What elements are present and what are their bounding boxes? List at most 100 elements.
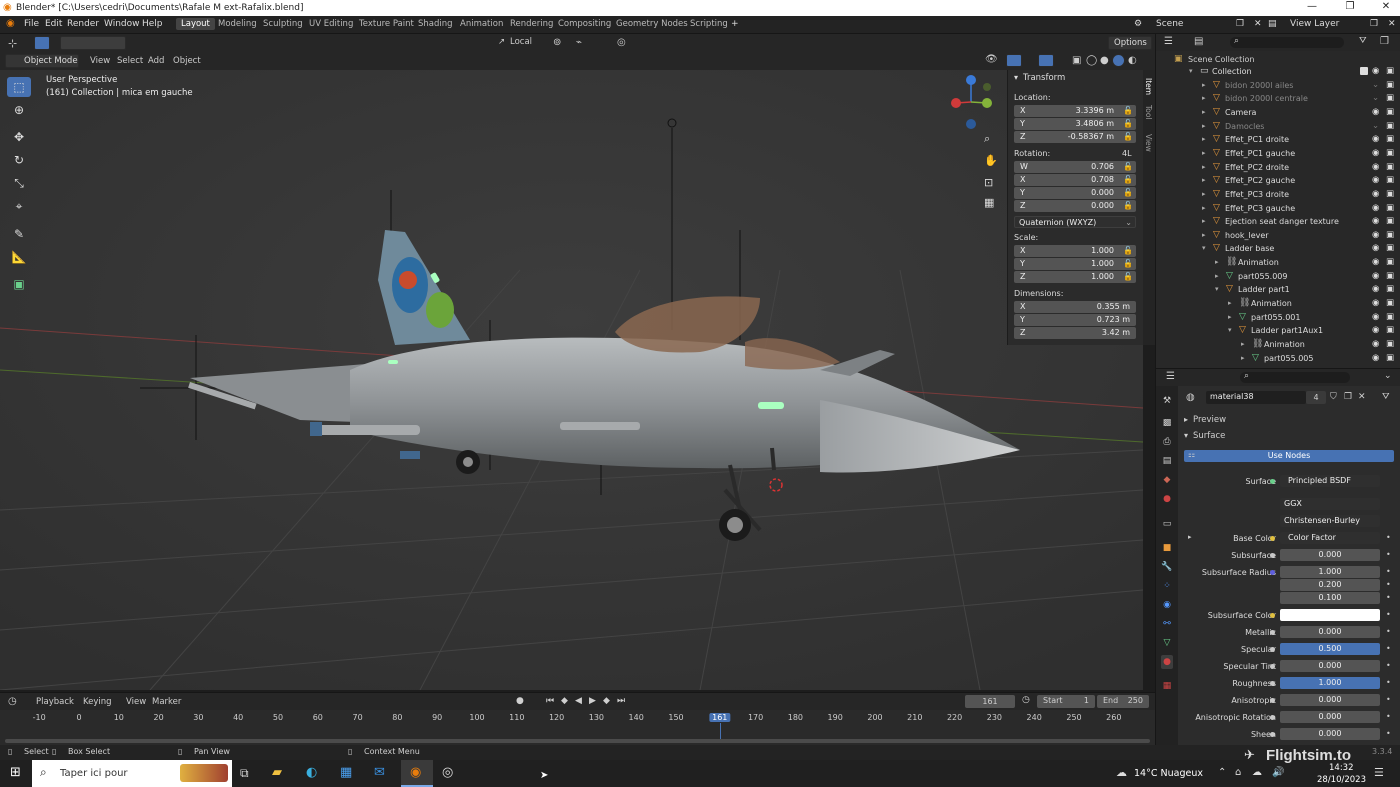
add-workspace-icon[interactable]: + xyxy=(731,19,739,29)
render-camera-icon[interactable]: ▣ xyxy=(1386,325,1394,335)
options-dropdown[interactable]: Options xyxy=(1108,36,1152,50)
render-camera-icon[interactable]: ▣ xyxy=(1386,121,1394,131)
visibility-eye-icon[interactable]: ◉ xyxy=(1372,66,1379,76)
lock-icon[interactable]: 🔓 xyxy=(1123,106,1133,115)
select-tool-icon[interactable] xyxy=(34,36,50,50)
solid-shading-icon[interactable]: ● xyxy=(1100,55,1109,66)
outliner-row[interactable]: ▸ ▽ Effet_PC3 droite ◉ ▣ xyxy=(1156,189,1400,202)
expand-arrow-icon[interactable]: ▸ xyxy=(1202,204,1206,212)
steam-icon[interactable]: ◎ xyxy=(442,765,453,780)
workspace-tab-modeling[interactable]: Modeling xyxy=(218,19,257,29)
keyframe-dot-icon[interactable]: • xyxy=(1386,533,1391,542)
expand-arrow-icon[interactable]: ▾ xyxy=(1215,285,1219,293)
menu-window[interactable]: Window xyxy=(104,19,140,29)
workspace-tab-texture-paint[interactable]: Texture Paint xyxy=(359,19,414,29)
shader-input-field[interactable]: 0.000 xyxy=(1280,728,1380,740)
render-camera-icon[interactable]: ▣ xyxy=(1386,257,1394,267)
visibility-eye-icon[interactable]: ⌄ xyxy=(1372,80,1379,90)
material-shading-icon[interactable] xyxy=(1112,54,1125,67)
shader-input-field[interactable]: 0.000 xyxy=(1280,711,1380,723)
render-camera-icon[interactable]: ▣ xyxy=(1386,175,1394,185)
outliner-row[interactable]: ▾ ▽ Ladder part1Aux1 ◉ ▣ xyxy=(1156,325,1400,338)
scale-z-field[interactable]: Z 1.000 🔓 xyxy=(1014,271,1136,283)
xray-icon[interactable]: ▣ xyxy=(1072,55,1081,66)
render-camera-icon[interactable]: ▣ xyxy=(1386,339,1394,349)
new-scene-icon[interactable]: ❐ xyxy=(1236,19,1244,29)
lock-icon[interactable]: 🔓 xyxy=(1123,162,1133,171)
visibility-eye-icon[interactable]: ◉ xyxy=(1372,353,1379,363)
task-view-icon[interactable]: ⧉ xyxy=(240,766,249,781)
menu-help[interactable]: Help xyxy=(142,19,163,29)
view-layer-name[interactable]: View Layer xyxy=(1290,19,1339,29)
render-camera-icon[interactable]: ▣ xyxy=(1386,134,1394,144)
new-collection-icon[interactable]: ❐ xyxy=(1380,36,1389,47)
dimensions-y-field[interactable]: Y 0.723 m xyxy=(1014,314,1136,326)
keyframe-dot-icon[interactable]: • xyxy=(1386,593,1391,602)
minimize-icon[interactable]: — xyxy=(1302,1,1322,12)
expand-arrow-icon[interactable]: ▸ xyxy=(1241,354,1245,362)
render-camera-icon[interactable]: ▣ xyxy=(1386,203,1394,213)
rendered-shading-icon[interactable]: ◐ xyxy=(1128,55,1137,66)
outliner-row[interactable]: ▾ ▭ Collection ◉ ▣ xyxy=(1156,66,1400,79)
menu-edit[interactable]: Edit xyxy=(45,19,62,29)
expand-arrow-icon[interactable]: ▸ xyxy=(1188,533,1192,541)
move-tool-icon[interactable]: ✥ xyxy=(7,127,31,147)
rotate-tool-icon[interactable]: ↻ xyxy=(7,150,31,170)
camera-view-icon[interactable]: ⊡ xyxy=(984,176,993,189)
workspace-tab-layout[interactable]: Layout xyxy=(176,18,215,30)
expand-arrow-icon[interactable]: ▸ xyxy=(1202,81,1206,89)
shader-input-field[interactable]: 1.000 xyxy=(1280,677,1380,689)
lock-icon[interactable]: 🔓 xyxy=(1123,246,1133,255)
lock-icon[interactable]: 🔓 xyxy=(1123,201,1133,210)
visibility-eye-icon[interactable]: ◉ xyxy=(1372,284,1379,294)
lock-icon[interactable]: 🔓 xyxy=(1123,132,1133,141)
store-icon[interactable]: ▦ xyxy=(340,765,352,780)
taskbar-search-box[interactable]: ⌕ Taper ici pour xyxy=(32,760,232,787)
render-camera-icon[interactable]: ▣ xyxy=(1386,107,1394,117)
scene-name[interactable]: Scene xyxy=(1156,19,1183,29)
expand-arrow-icon[interactable]: ▸ xyxy=(1202,231,1206,239)
visibility-icon[interactable]: 👁 xyxy=(985,54,998,65)
shader-input-field[interactable]: 0.500 xyxy=(1280,643,1380,655)
workspace-tab-scripting[interactable]: Scripting xyxy=(690,19,728,29)
tray-chevron-icon[interactable]: ⌃ xyxy=(1218,767,1226,778)
render-camera-icon[interactable]: ▣ xyxy=(1386,189,1394,199)
visibility-eye-icon[interactable]: ◉ xyxy=(1372,257,1379,267)
render-camera-icon[interactable]: ▣ xyxy=(1386,271,1394,281)
outliner-row[interactable]: ▸ ▽ bidon 2000l ailes ⌄ ▣ xyxy=(1156,80,1400,93)
rotation-4l-toggle[interactable]: 4L xyxy=(1122,149,1132,158)
filter-icon[interactable]: ⛛ xyxy=(1359,36,1367,46)
render-camera-icon[interactable]: ▣ xyxy=(1386,162,1394,172)
rotation-x-field[interactable]: X 0.708 🔓 xyxy=(1014,174,1136,186)
visibility-eye-icon[interactable]: ◉ xyxy=(1372,189,1379,199)
visibility-eye-icon[interactable]: ◉ xyxy=(1372,175,1379,185)
outliner-editor-icon[interactable]: ☰ xyxy=(1164,36,1173,47)
expand-arrow-icon[interactable]: ▾ xyxy=(1202,244,1206,252)
blender-taskbar-button[interactable]: ◉ xyxy=(401,760,433,787)
render-camera-icon[interactable]: ▣ xyxy=(1386,298,1394,308)
outliner-row[interactable]: ▸ ▽ part055.005 ◉ ▣ xyxy=(1156,353,1400,366)
cursor-tool-icon[interactable]: ⊕ xyxy=(7,100,31,120)
outliner-row[interactable]: ▾ ▽ Ladder base ◉ ▣ xyxy=(1156,243,1400,256)
outliner-row[interactable]: ▸ ⛓ Animation ◉ ▣ xyxy=(1156,298,1400,311)
shader-input-field[interactable]: 0.200 xyxy=(1280,579,1380,591)
gizmo-toggle-icon[interactable] xyxy=(1006,54,1022,67)
lock-icon[interactable]: 🔓 xyxy=(1123,188,1133,197)
render-camera-icon[interactable]: ▣ xyxy=(1386,93,1394,103)
workspace-tab-animation[interactable]: Animation xyxy=(460,19,503,29)
location-x-field[interactable]: X 3.3396 m 🔓 xyxy=(1014,105,1136,117)
expand-arrow-icon[interactable]: ▸ xyxy=(1202,94,1206,102)
notifications-icon[interactable]: ☰ xyxy=(1374,766,1384,779)
expand-arrow-icon[interactable]: ▸ xyxy=(1202,122,1206,130)
expand-arrow-icon[interactable]: ▸ xyxy=(1202,163,1206,171)
keyframe-dot-icon[interactable]: • xyxy=(1386,661,1391,670)
scale-y-field[interactable]: Y 1.000 🔓 xyxy=(1014,258,1136,270)
close-icon[interactable]: ✕ xyxy=(1376,1,1396,12)
workspace-tab-compositing[interactable]: Compositing xyxy=(558,19,611,29)
keyframe-dot-icon[interactable]: • xyxy=(1386,610,1391,619)
viewport-menu-select[interactable]: Select xyxy=(117,56,143,66)
expand-arrow-icon[interactable]: ▸ xyxy=(1228,313,1232,321)
outliner-row[interactable]: ▸ ▽ hook_lever ◉ ▣ xyxy=(1156,230,1400,243)
keyframe-dot-icon[interactable]: • xyxy=(1386,567,1391,576)
workspace-tab-uv-editing[interactable]: UV Editing xyxy=(309,19,353,29)
